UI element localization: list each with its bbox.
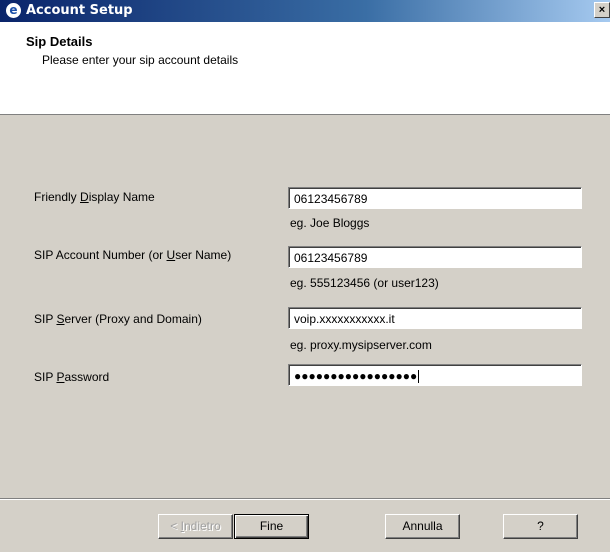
server-hint: eg. proxy.mysipserver.com	[290, 338, 432, 352]
close-button[interactable]: ×	[594, 2, 610, 18]
app-logo-icon: e	[6, 3, 21, 18]
label-accesskey: D	[80, 190, 89, 204]
account-number-hint: eg. 555123456 (or user123)	[290, 276, 439, 290]
label-text: SIP	[34, 370, 57, 384]
label-text: assword	[64, 370, 110, 384]
password-label: SIP Password	[34, 370, 109, 384]
text-caret	[418, 370, 420, 384]
label-text: erver (Proxy and Domain)	[64, 312, 202, 326]
display-name-hint: eg. Joe Bloggs	[290, 216, 370, 230]
label-text: Friendly	[34, 190, 81, 204]
button-text: ndietro	[183, 519, 221, 533]
label-text: SIP Account Number (or	[34, 248, 167, 262]
server-field[interactable]: voip.xxxxxxxxxxx.it	[288, 307, 582, 329]
page-subtitle: Please enter your sip account details	[42, 53, 239, 67]
label-text: isplay Name	[88, 190, 155, 204]
page-title: Sip Details	[26, 34, 93, 49]
label-text: SIP	[34, 312, 57, 326]
cancel-button[interactable]: Annulla	[385, 514, 460, 539]
display-name-field[interactable]: 06123456789	[288, 187, 582, 209]
help-button[interactable]: ?	[503, 514, 578, 539]
back-button[interactable]: < Indietro	[158, 514, 233, 539]
password-field[interactable]: ●●●●●●●●●●●●●●●●●	[288, 364, 582, 386]
password-mask: ●●●●●●●●●●●●●●●●●	[294, 369, 418, 383]
account-number-field[interactable]: 06123456789	[288, 246, 582, 268]
button-text: <	[170, 519, 181, 533]
label-accesskey: U	[166, 248, 176, 262]
label-text: ser Name)	[175, 248, 232, 262]
account-number-label: SIP Account Number (or User Name)	[34, 248, 231, 262]
finish-button[interactable]: Fine	[234, 514, 309, 539]
wizard-header: Sip Details Please enter your sip accoun…	[0, 22, 610, 115]
button-separator	[0, 498, 610, 500]
window-title: Account Setup	[26, 3, 133, 18]
display-name-label: Friendly Display Name	[34, 190, 155, 204]
server-label: SIP Server (Proxy and Domain)	[34, 312, 202, 326]
title-bar[interactable]: e Account Setup ×	[0, 0, 610, 22]
